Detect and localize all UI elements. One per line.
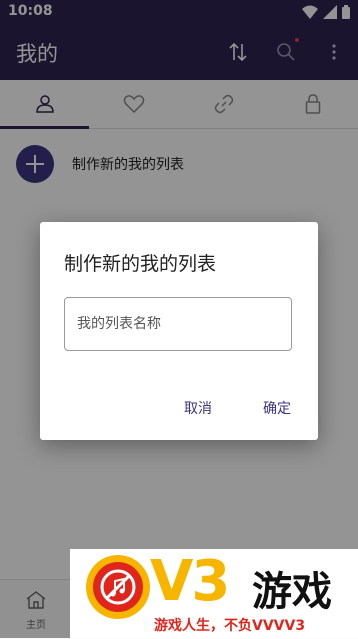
confirm-button[interactable]: 确定 — [263, 398, 291, 418]
watermark-banner: V3 游戏 游戏人生，不负VVVV3 — [70, 549, 358, 638]
watermark-slogan: 游戏人生，不负VVVV3 — [154, 615, 305, 635]
create-list-dialog: 制作新的我的列表 取消 确定 — [40, 222, 318, 440]
watermark-logo-icon — [84, 553, 152, 621]
cancel-button[interactable]: 取消 — [184, 398, 212, 418]
watermark-brand: 游戏 — [252, 559, 332, 617]
list-name-input[interactable] — [64, 297, 292, 351]
watermark-v3-text: V3 — [150, 549, 228, 614]
dialog-title: 制作新的我的列表 — [64, 249, 216, 276]
